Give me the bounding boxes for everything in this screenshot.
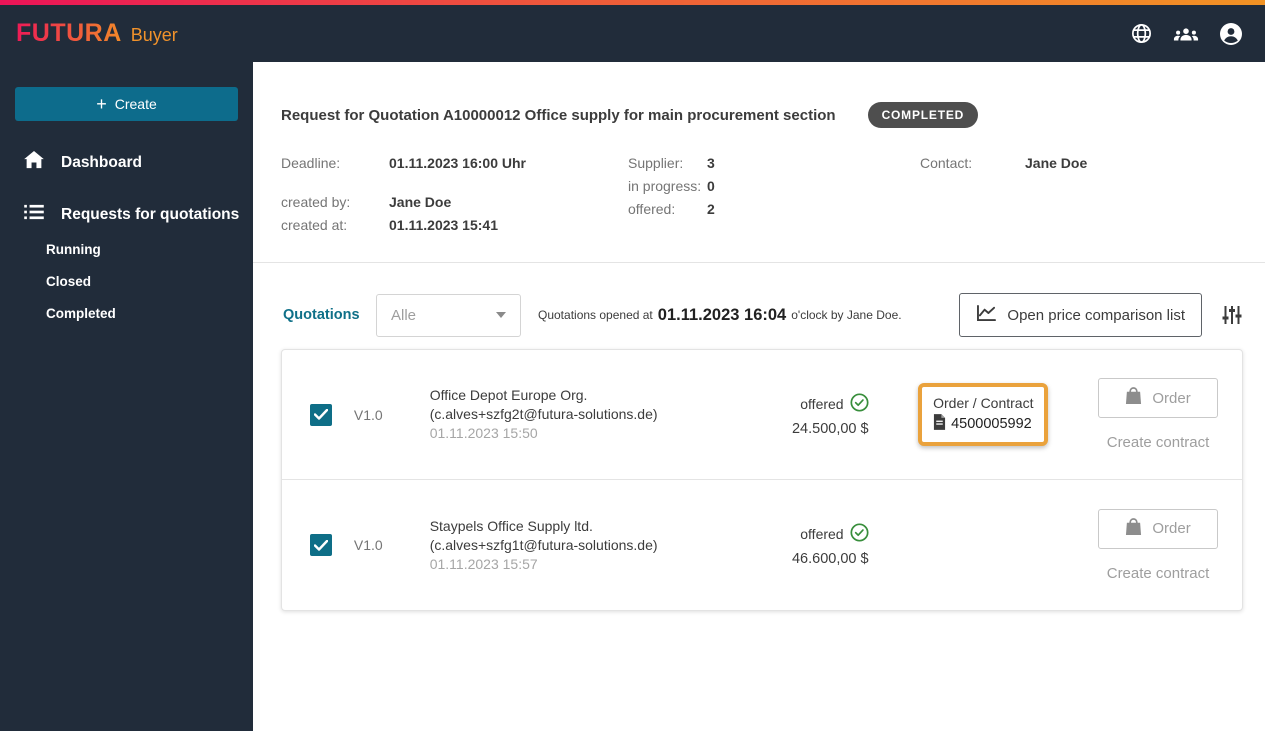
chevron-down-icon [496,312,506,318]
rfq-details: Deadline: 01.11.2023 16:00 Uhr created b… [281,155,1241,234]
create-button-label: Create [114,96,157,112]
order-button-label: Order [1152,520,1191,537]
brand-product: Buyer [130,25,178,45]
quotation-price: 24.500,00 $ [791,420,869,437]
submitted-date: 01.11.2023 15:50 [429,425,538,441]
top-navbar: FUTURA Buyer [0,5,1265,62]
check-circle-icon [850,392,869,415]
supplier-count: 3 [707,155,715,171]
order-contract-highlight: Order / Contract 4500005992 [918,383,1049,446]
list-icon [24,204,44,225]
supplier-email: (c.alves+szfg1t@futura-solutions.de) [429,536,658,553]
brand-name: FUTURA [16,19,122,47]
supplier-name: Staypels Office Supply ltd. [429,517,593,534]
order-button[interactable]: Order [1098,508,1219,549]
document-icon [933,414,946,434]
contact-value: Jane Doe [1025,155,1088,171]
offered-count: 2 [707,201,715,217]
quotation-checkbox[interactable] [310,534,332,556]
plus-icon: + [96,94,107,114]
opened-at-datetime: 01.11.2023 16:04 [657,305,787,324]
supplier-email: (c.alves+szfg2t@futura-solutions.de) [429,406,658,422]
filter-selected-value: Alle [391,306,417,324]
created-by-value: Jane Doe [389,194,452,210]
quotation-version: V1.0 [353,406,383,423]
shopping-bag-icon [1125,517,1142,540]
contact-label: Contact: [920,155,973,171]
supplier-label: Supplier: [628,155,684,171]
page-title: Request for Quotation A10000012 Office s… [281,106,836,124]
quotation-row: V1.0 Staypels Office Supply ltd. (c.alve… [282,480,1242,610]
order-contract-number: 4500005992 [951,416,1032,432]
in-progress-label: in progress: [628,178,702,194]
offered-label: offered: [628,201,676,217]
quotation-checkbox[interactable] [310,403,332,426]
chart-icon [976,304,997,326]
check-circle-icon [850,523,869,545]
sidebar: + Create Dashboard Requests for quotatio… [0,62,253,731]
create-contract-link[interactable]: Create contract [1107,565,1210,582]
order-button[interactable]: Order [1098,378,1219,418]
shopping-bag-icon [1125,387,1142,409]
submitted-date: 01.11.2023 15:57 [429,555,538,572]
in-progress-count: 0 [707,178,715,194]
order-contract-link[interactable]: 4500005992 [933,414,1033,434]
status-badge: COMPLETED [867,102,979,128]
account-icon[interactable] [1219,22,1243,46]
main-content: Request for Quotation A10000012 Office s… [253,62,1265,731]
order-contract-label: Order / Contract [933,395,1034,411]
created-at-label: created at: [281,217,348,233]
app-logo: FUTURA Buyer [16,19,178,48]
sidebar-item-label: Requests for quotations [61,205,240,223]
create-button[interactable]: + Create [15,87,238,121]
home-icon [24,151,44,174]
globe-icon[interactable] [1130,22,1153,45]
create-contract-link[interactable]: Create contract [1107,434,1210,451]
sidebar-item-running[interactable]: Running [0,242,253,257]
deadline-label: Deadline: [281,155,341,171]
quotation-version: V1.0 [353,537,383,553]
sidebar-item-dashboard[interactable]: Dashboard [0,151,253,174]
supplier-name: Office Depot Europe Org. [429,387,588,403]
sidebar-item-requests[interactable]: Requests for quotations [0,204,253,225]
status-text: offered [800,395,844,412]
quotations-section-label: Quotations [283,307,360,323]
deadline-value: 01.11.2023 16:00 Uhr [389,155,526,171]
sidebar-item-closed[interactable]: Closed [0,274,253,289]
quotation-price: 46.600,00 $ [791,551,869,567]
quotation-filter-select[interactable]: Alle [376,293,521,337]
tune-filter-icon[interactable] [1221,304,1243,326]
status-text: offered [800,526,844,542]
sidebar-item-completed[interactable]: Completed [0,306,253,321]
quotation-row: V1.0 Office Depot Europe Org. (c.alves+s… [282,350,1242,480]
team-icon[interactable] [1173,23,1199,45]
quotations-toolbar: Quotations Alle Quotations opened at 01.… [283,293,1243,337]
section-divider [253,262,1265,263]
sidebar-item-label: Dashboard [61,153,142,171]
order-button-label: Order [1152,389,1191,407]
quotations-card: V1.0 Office Depot Europe Org. (c.alves+s… [281,349,1243,611]
open-price-comparison-button[interactable]: Open price comparison list [959,293,1202,337]
created-at-value: 01.11.2023 15:41 [389,217,498,233]
created-by-label: created by: [281,194,351,210]
compare-button-label: Open price comparison list [1007,306,1185,324]
opened-at-text: Quotations opened at 01.11.2023 16:04 o'… [538,305,902,324]
